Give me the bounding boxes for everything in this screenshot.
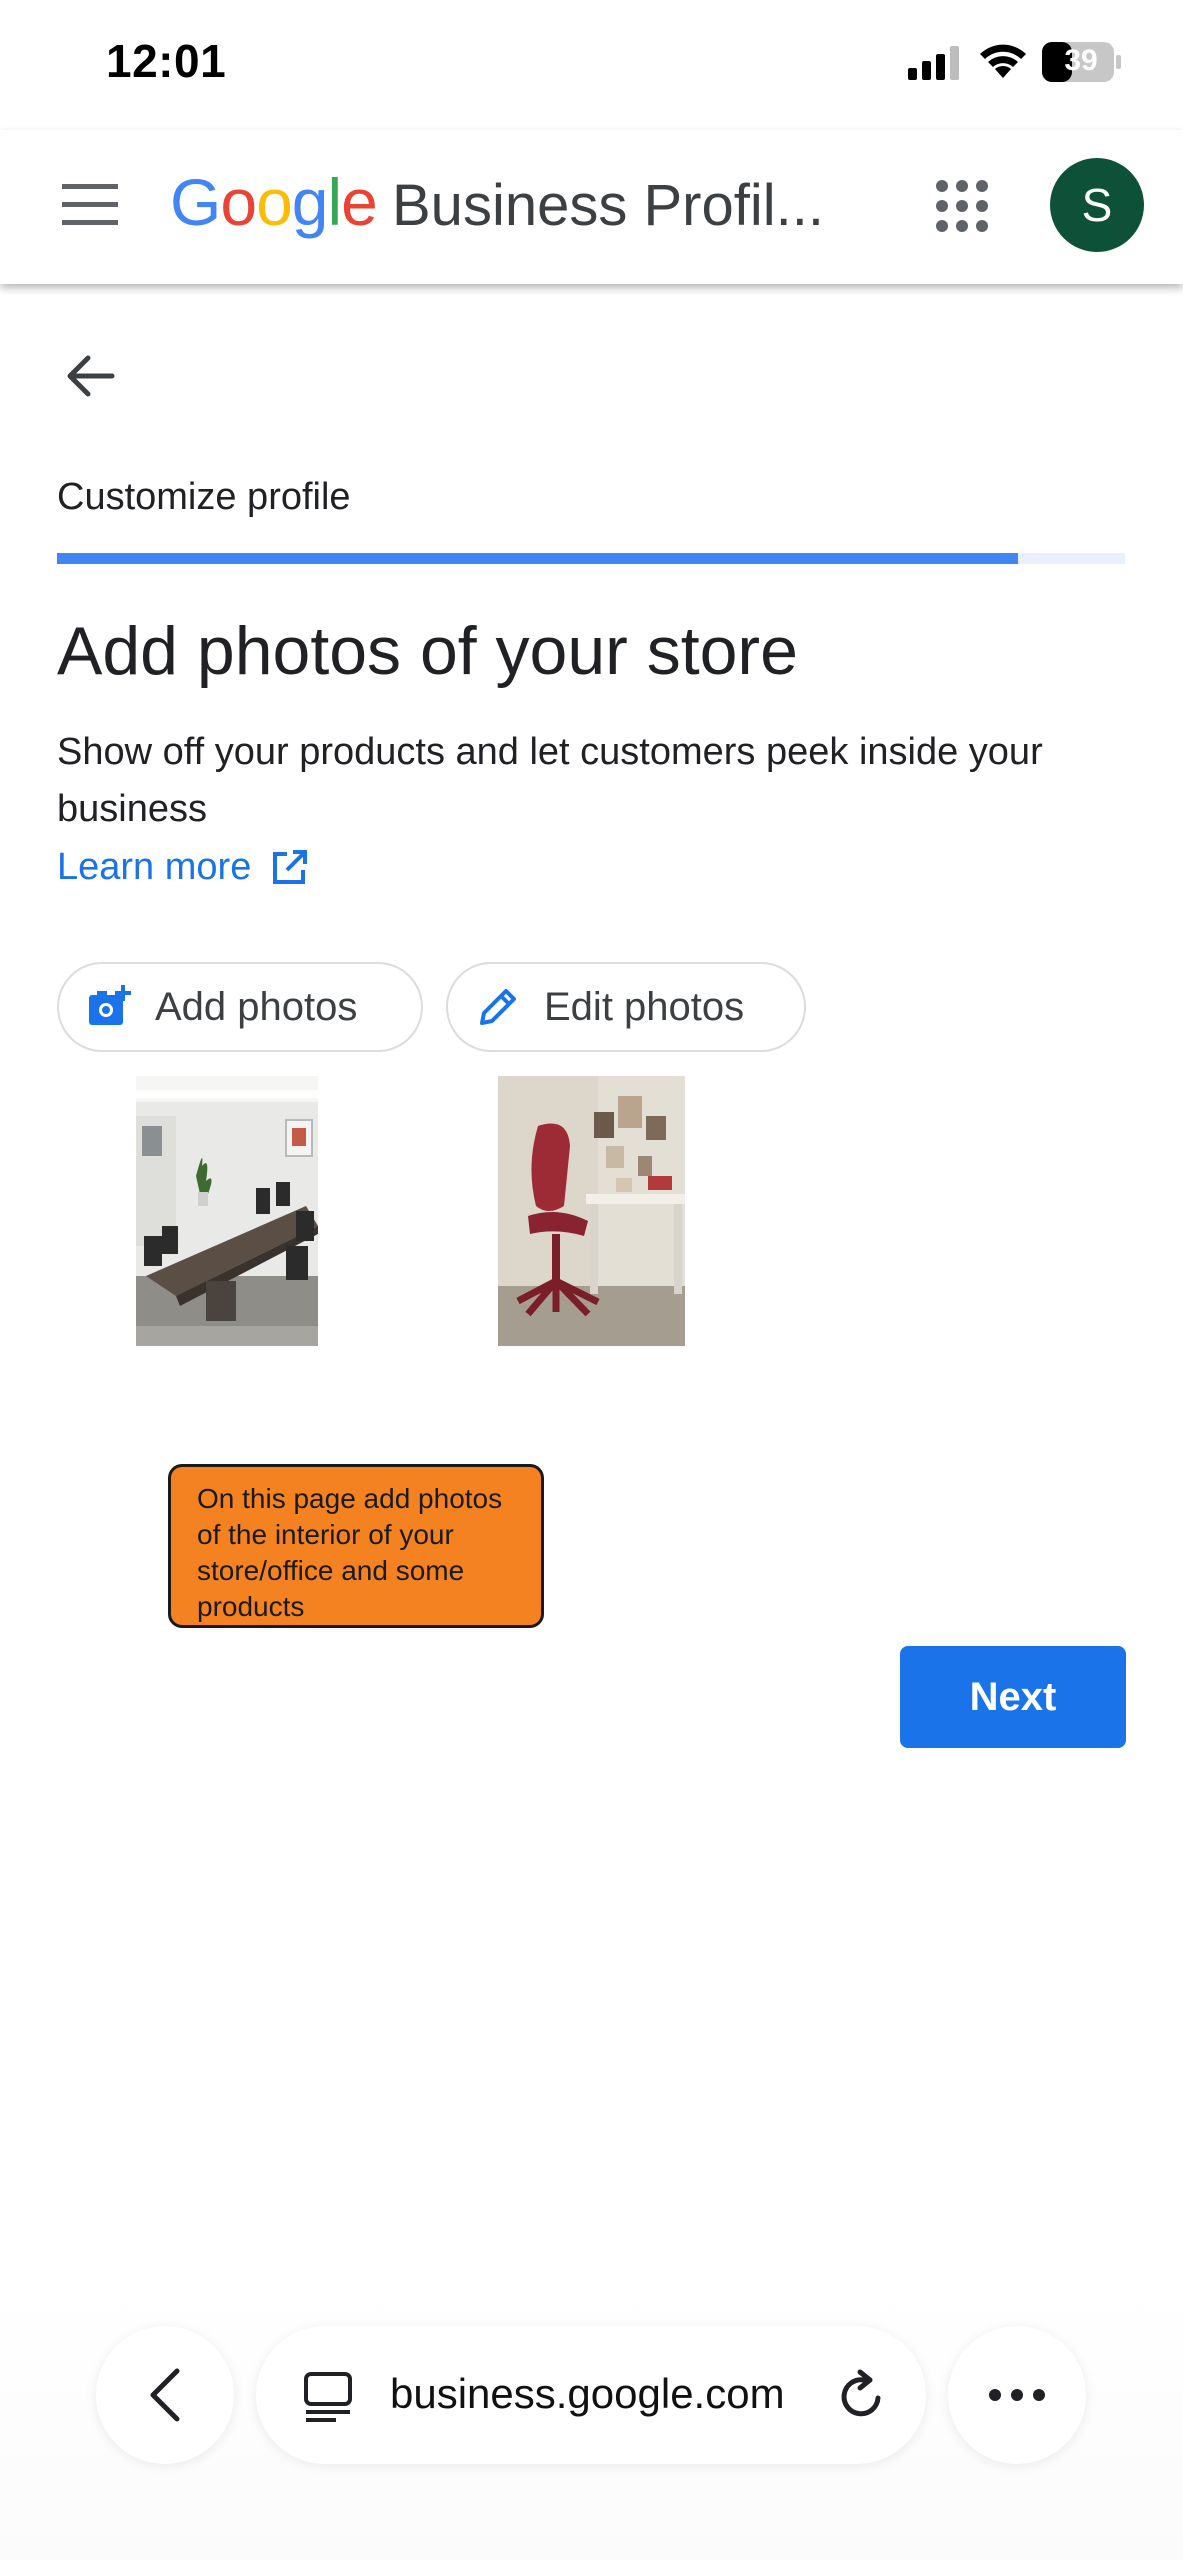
section-title: Customize profile xyxy=(57,476,351,518)
menu-icon[interactable] xyxy=(62,182,118,228)
edit-photos-label: Edit photos xyxy=(544,984,745,1029)
learn-more-label: Learn more xyxy=(57,846,252,888)
add-photos-label: Add photos xyxy=(155,984,358,1029)
tabs-icon[interactable] xyxy=(300,2368,356,2424)
google-logo: Google xyxy=(170,164,378,240)
google-logo-letter: G xyxy=(170,165,221,239)
google-logo-letter: o xyxy=(256,165,293,239)
annotation-note: On this page add photos of the interior … xyxy=(168,1464,544,1628)
more-dots-icon xyxy=(989,2389,1045,2401)
page-title: Add photos of your store xyxy=(57,613,798,689)
learn-more-link[interactable]: Learn more xyxy=(57,846,309,889)
more-options-button[interactable] xyxy=(948,2326,1086,2464)
url-text: business.google.com xyxy=(390,2370,785,2417)
google-logo-letter: e xyxy=(341,165,378,239)
next-button[interactable]: Next xyxy=(900,1646,1126,1748)
signal-icon xyxy=(908,46,959,80)
external-link-icon xyxy=(273,849,308,884)
apps-grid-icon[interactable] xyxy=(934,178,990,234)
office-chair-photo[interactable] xyxy=(498,1076,685,1346)
wifi-icon xyxy=(980,44,1026,78)
edit-photos-button[interactable]: Edit photos xyxy=(446,962,806,1052)
product-name: Business Profil... xyxy=(392,173,824,238)
page-description: Show off your products and let customers… xyxy=(57,731,1043,830)
google-logo-letter: o xyxy=(220,165,257,239)
address-bar[interactable]: business.google.com xyxy=(256,2326,926,2464)
conference-room-photo[interactable] xyxy=(136,1076,318,1346)
back-arrow-icon[interactable] xyxy=(62,348,118,404)
app-bar: Google Business Profil... S xyxy=(0,130,1183,284)
progress-fill xyxy=(57,553,1019,564)
browser-toolbar: business.google.com xyxy=(0,2280,1183,2560)
avatar[interactable]: S xyxy=(1050,158,1144,252)
google-logo-letter: g xyxy=(291,165,329,239)
reload-icon[interactable] xyxy=(834,2368,890,2424)
chevron-left-icon xyxy=(150,2368,180,2422)
battery-level: 39 xyxy=(1064,44,1098,77)
status-time: 12:01 xyxy=(106,35,227,87)
pencil-icon xyxy=(480,989,516,1025)
progress-bar xyxy=(57,553,1125,564)
status-bar: 12:01 39 xyxy=(0,0,1183,130)
google-logo-letter: l xyxy=(327,165,343,239)
add-photos-button[interactable]: Add photos xyxy=(57,962,423,1052)
add-photo-icon xyxy=(89,985,131,1025)
browser-back-button[interactable] xyxy=(96,2326,234,2464)
